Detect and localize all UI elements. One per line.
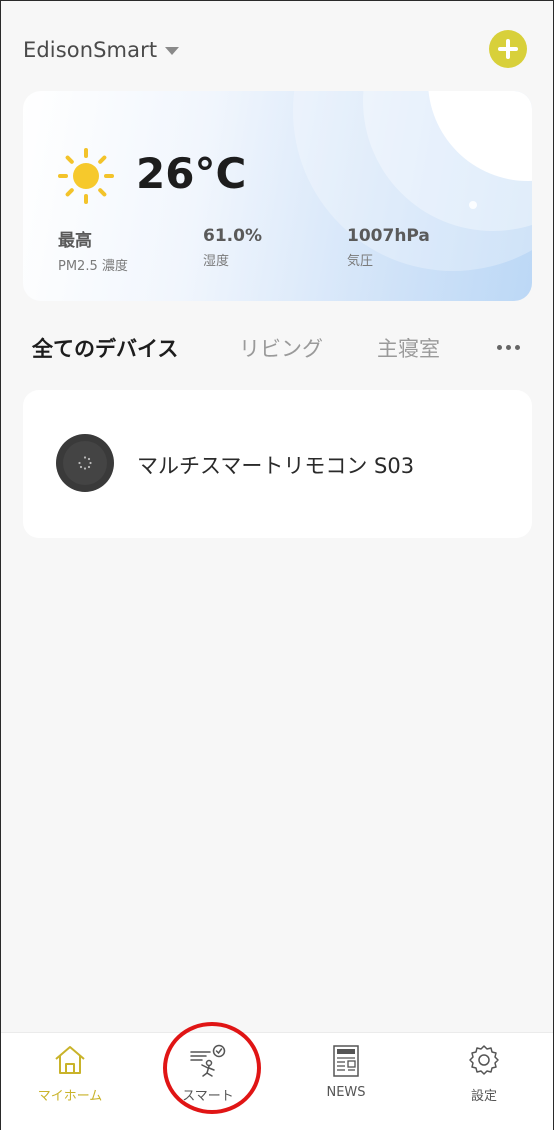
nav-smart[interactable]: スマート [139,1033,277,1130]
settings-gear-icon [469,1045,499,1075]
nav-my-home[interactable]: マイホーム [1,1033,139,1130]
home-icon [55,1046,85,1074]
tab-master-bedroom[interactable]: 主寝室 [377,333,440,363]
nav-label: 設定 [470,1089,497,1104]
stat-label: 湿度 [203,254,230,269]
nav-label: スマート [182,1089,234,1104]
nav-news[interactable]: NEWS [277,1033,415,1130]
caret-down-icon [165,47,180,55]
home-switcher[interactable]: EdisonSmart [23,36,180,64]
stat-humidity: 61.0% 湿度 [203,226,262,269]
stat-label: PM2.5 濃度 [58,259,128,274]
stat-label: 気圧 [347,254,374,269]
nav-settings[interactable]: 設定 [415,1033,553,1130]
tab-living[interactable]: リビング [239,333,323,363]
decor-dot [469,201,477,209]
tab-all-devices[interactable]: 全てのデバイス [32,333,178,363]
remote-hub-icon [56,434,114,492]
weather-card[interactable]: 26°C 最高 PM2.5 濃度 61.0% 湿度 1007hPa 気圧 [23,91,532,301]
stat-pm25: 最高 PM2.5 濃度 [58,226,128,274]
device-name: マルチスマートリモコン S03 [137,454,415,478]
home-name: EdisonSmart [23,38,158,62]
bottom-nav: マイホーム スマート NEWS 設定 [1,1032,553,1130]
temperature-value: 26°C [136,149,247,198]
smart-scene-icon [190,1044,226,1077]
add-device-button[interactable] [489,30,527,68]
stat-value: 61.0% [203,226,262,246]
more-dots-icon[interactable] [495,339,523,355]
stat-value: 1007hPa [347,226,430,246]
nav-label: マイホーム [37,1089,103,1104]
nav-label: NEWS [326,1085,366,1100]
device-card[interactable]: マルチスマートリモコン S03 [23,390,532,538]
stat-value: 最高 [58,231,92,251]
stat-pressure: 1007hPa 気圧 [347,226,430,269]
news-icon [333,1045,359,1077]
sun-icon [58,148,114,204]
